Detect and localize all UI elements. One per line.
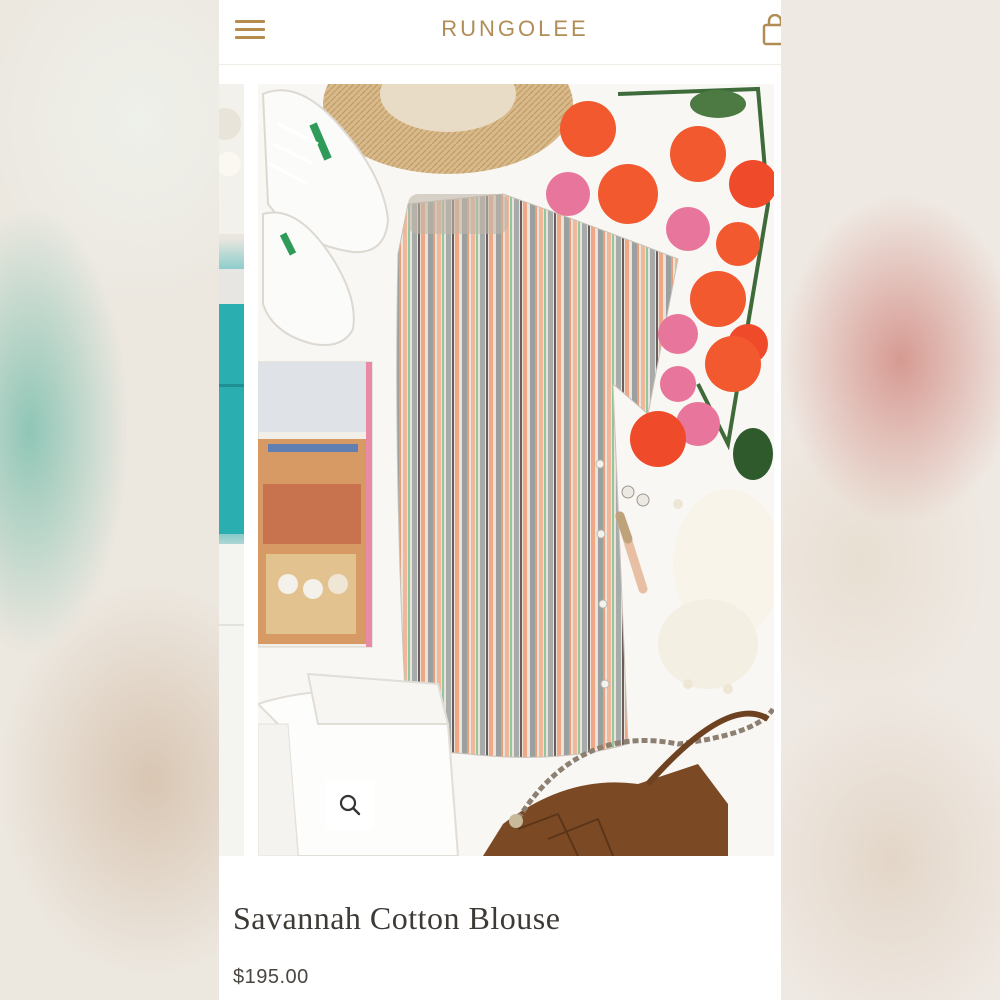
product-image-gallery[interactable]: [219, 84, 781, 856]
shopping-bag-icon[interactable]: [762, 13, 781, 46]
product-title: Savannah Cotton Blouse: [233, 900, 561, 936]
mobile-page: RUNGOLEE Savannah Cotton Blouse $195.00: [219, 0, 781, 1000]
main-product-image[interactable]: [258, 84, 774, 856]
site-header: RUNGOLEE: [219, 0, 781, 65]
previous-slide-image[interactable]: [219, 84, 244, 856]
brand-logo[interactable]: RUNGOLEE: [219, 16, 781, 42]
magnifier-icon: [339, 794, 361, 816]
zoom-button[interactable]: [325, 780, 375, 830]
blurred-backdrop-right: [781, 0, 1000, 1000]
blurred-backdrop-left: [0, 0, 219, 1000]
product-price: $195.00: [233, 966, 309, 988]
